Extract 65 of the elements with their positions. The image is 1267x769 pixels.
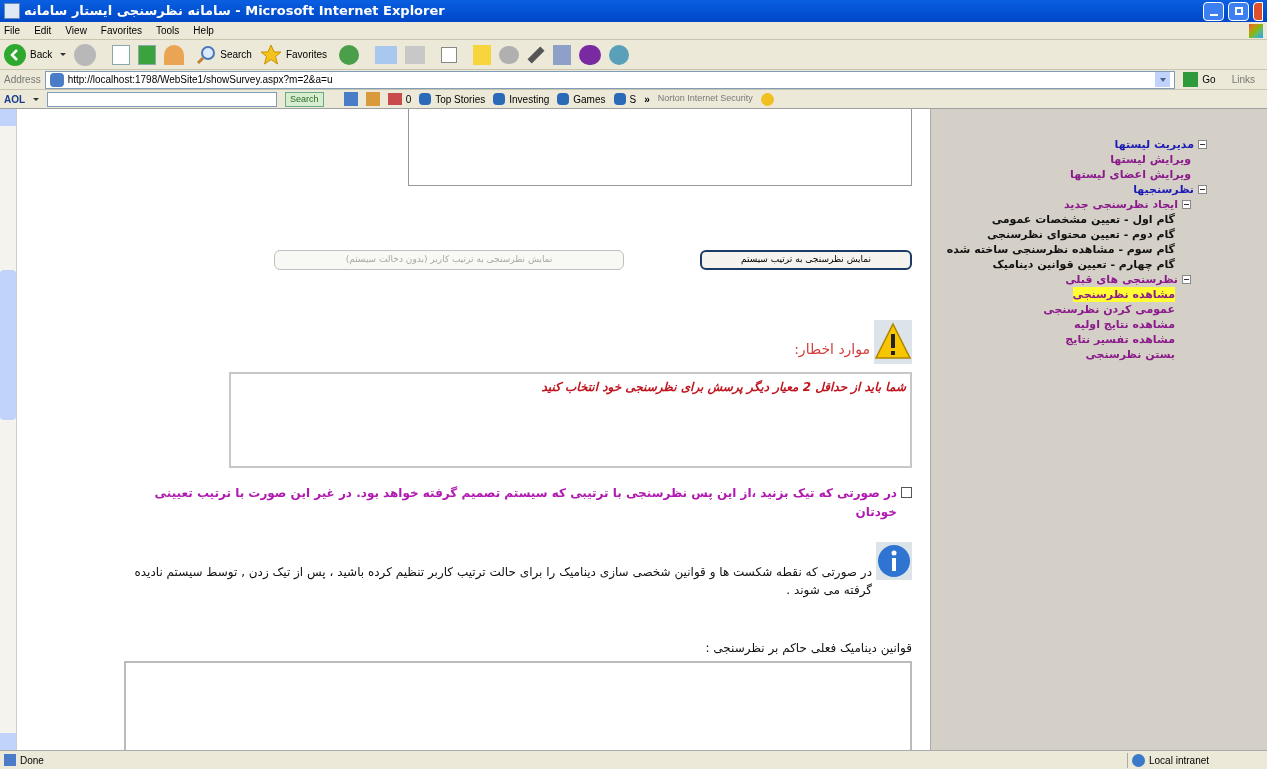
tree-link[interactable]: گام سوم - مشاهده نظرسنجی ساخته شده [946, 242, 1175, 257]
more-chevron[interactable]: » [644, 91, 650, 107]
collapse-icon[interactable] [1198, 185, 1207, 194]
search-button[interactable]: Search [196, 44, 252, 65]
aol-logo[interactable]: AOL [4, 91, 26, 107]
security-zone: Local intranet [1127, 752, 1267, 768]
search-icon [196, 44, 217, 65]
status-text: Done [0, 752, 900, 768]
star-icon [259, 43, 282, 66]
dropdown-arrow-icon[interactable] [60, 53, 67, 56]
rules-label: قوانین دینامیک فعلی حاکم بر نظرسنجی : [704, 640, 912, 657]
search-button[interactable]: Search [285, 91, 324, 107]
tree-link[interactable]: مدیریت لیستها [1114, 137, 1194, 152]
menu-item[interactable]: Edit [34, 23, 52, 38]
aol-menu-item[interactable]: S [613, 91, 637, 107]
dropdown-icon[interactable] [1155, 72, 1171, 87]
tree-link[interactable]: مشاهده تفسیر نتایج [1065, 332, 1175, 347]
tree-link[interactable]: مشاهده نتایج اولیه [1074, 317, 1175, 332]
collapse-icon[interactable] [1182, 200, 1191, 209]
menu-item[interactable]: Tools [156, 23, 180, 38]
address-label: Address [4, 73, 41, 87]
warning-label: موارد اخطار: [794, 340, 870, 360]
address-field[interactable]: http://localhost:1798/WebSite1/showSurvey.aspx?m=2&a=u [44, 70, 1176, 89]
tree-link[interactable]: ویرایش اعضای لیستها [1070, 167, 1191, 182]
aol-menu-item[interactable]: Top Stories [419, 91, 486, 107]
menu-item[interactable]: View [65, 23, 87, 38]
links-label[interactable]: Links [1223, 72, 1263, 87]
warning-icon [874, 320, 912, 364]
aol-menu-item[interactable]: Games [557, 91, 606, 107]
back-button[interactable]: Back [4, 43, 53, 66]
norton-label[interactable]: Norton Internet Security [657, 92, 753, 106]
aol-search-field[interactable] [47, 91, 278, 107]
info-text: در صورتی که نقطه شکست ها و قوانین شخصی سازی دینامیک را برای حالت ترتیب کاربر تنظیم کرده باشید ، پس از تیک زدن , توسط سیستم نادیده گرفته می شوند . [133, 564, 873, 599]
tree-link[interactable]: گام دوم - تعیین محتوای نظرسنجی [986, 227, 1175, 242]
warning-message: شما باید از حداقل 2 معیار دیگر پرسش برای نظرسنجی خود انتخاب کنید [541, 380, 906, 394]
go-button[interactable]: Go [1179, 72, 1220, 87]
menu-item[interactable]: Favorites [100, 23, 142, 38]
forward-button[interactable] [74, 43, 97, 66]
collapse-icon[interactable] [1182, 275, 1191, 284]
collapse-icon[interactable] [1198, 140, 1207, 149]
scrollbar[interactable] [0, 109, 17, 750]
tree-link[interactable]: ایجاد نظرسنجی جدید [1063, 197, 1178, 212]
tree-link[interactable]: بستن نظرسنجی [1085, 347, 1175, 362]
tree-link[interactable]: نظرسنجیها [1133, 182, 1194, 197]
restore-button[interactable] [1228, 1, 1249, 21]
favorites-button[interactable]: Favorites [259, 43, 328, 66]
tree-link[interactable]: ویرایش لیستها [1110, 152, 1191, 167]
tree-link[interactable]: مشاهده نظرسنجی [1072, 287, 1175, 302]
checkbox-label: در صورتی که تیک بزنید ،از این پس نظرسنجی با ترتیبی که سیستم تصمیم گرفته خواهد بود. در غیر این صورت با ترتیب تعیینی خودتان [153, 485, 897, 522]
dropdown-arrow-icon[interactable] [33, 97, 40, 101]
info-icon [876, 542, 912, 580]
checkbox[interactable] [901, 487, 912, 498]
minimize-button[interactable] [1203, 1, 1224, 21]
menu-item[interactable]: Help [193, 23, 214, 38]
message-count[interactable]: 0 [387, 91, 412, 107]
tree-link[interactable]: گام اول - تعیین مشخصات عمومی [991, 212, 1175, 227]
close-button[interactable] [1253, 1, 1263, 21]
window-title: سامانه نظرسنجی ایستار سامانه - Microsoft Internet Explorer [24, 2, 445, 21]
tree-link[interactable]: گام چهارم - تعیین قوانین دینامیک [992, 257, 1175, 272]
menu-item[interactable]: File [4, 23, 21, 38]
tree-link[interactable]: عمومی کردن نظرسنجی [1043, 302, 1175, 317]
rules-text-area[interactable] [124, 661, 912, 750]
tree-link[interactable]: نظرسنجی های قبلی [1065, 272, 1178, 287]
aol-menu-item[interactable]: Investing [493, 91, 550, 107]
survey-order-button[interactable]: نمایش نظرسنجی به ترتیب سیستم [700, 250, 912, 270]
